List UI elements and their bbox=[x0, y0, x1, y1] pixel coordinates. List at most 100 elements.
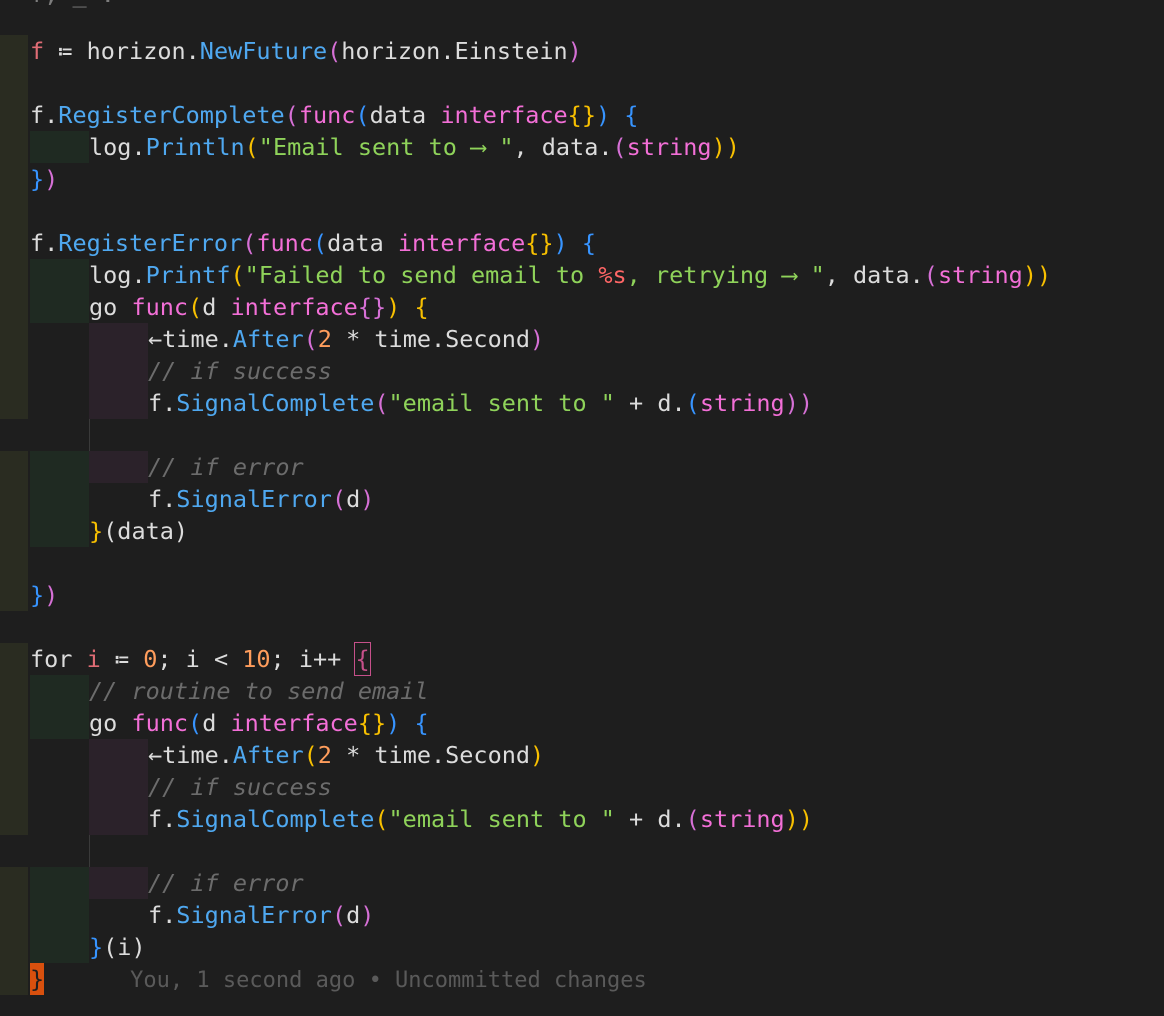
git-blame-annotation: You, 1 second ago • Uncommitted changes bbox=[130, 968, 647, 993]
code-text: f.RegisterComplete(func(data interface{}… bbox=[30, 101, 639, 129]
code-comment: // if success bbox=[148, 357, 332, 385]
indent-guide bbox=[89, 803, 148, 835]
text-cursor[interactable]: } bbox=[30, 963, 45, 995]
git-gutter-added bbox=[0, 963, 28, 995]
code-line-29[interactable]: }(i) bbox=[0, 931, 1164, 963]
code-line-7[interactable]: f.RegisterError(func(data interface{}) { bbox=[0, 227, 1164, 259]
indent-guide bbox=[89, 771, 148, 803]
git-gutter-added bbox=[0, 899, 28, 931]
code-line-30[interactable]: } You, 1 second ago • Uncommitted changes bbox=[0, 963, 1164, 995]
code-line-23[interactable]: ←time.After(2 * time.Second) bbox=[0, 739, 1164, 771]
code-text: }) bbox=[30, 165, 59, 193]
indent-guide bbox=[89, 739, 148, 771]
code-line-5[interactable]: }) bbox=[0, 163, 1164, 195]
git-gutter-added bbox=[0, 483, 28, 515]
code-comment: // if success bbox=[148, 773, 332, 801]
code-line-24[interactable]: // if success bbox=[0, 771, 1164, 803]
matched-bracket: { bbox=[354, 642, 371, 676]
git-gutter-added bbox=[0, 35, 28, 67]
git-gutter-added bbox=[0, 867, 28, 899]
indent-guide bbox=[30, 291, 89, 323]
code-line-17[interactable] bbox=[0, 547, 1164, 579]
code-line-21[interactable]: // routine to send email bbox=[0, 675, 1164, 707]
code-text: ←time.After(2 * time.Second) bbox=[148, 325, 545, 353]
code-line-6[interactable] bbox=[0, 195, 1164, 227]
git-gutter-added bbox=[0, 739, 28, 771]
code-text: log.Println("Email sent to ⟶ ", data.(st… bbox=[89, 133, 740, 161]
code-text: }(i) bbox=[89, 933, 146, 961]
code-line-9[interactable]: go func(d interface{}) { bbox=[0, 291, 1164, 323]
code-text: ←time.After(2 * time.Second) bbox=[148, 741, 545, 769]
indent-guide bbox=[89, 867, 148, 899]
indent-guide bbox=[30, 451, 89, 483]
code-line-10[interactable]: ←time.After(2 * time.Second) bbox=[0, 323, 1164, 355]
indent-guide bbox=[30, 515, 89, 547]
git-gutter-added bbox=[0, 643, 28, 675]
code-line-3[interactable]: f.RegisterComplete(func(data interface{}… bbox=[0, 99, 1164, 131]
indent-guide-line bbox=[89, 419, 90, 451]
code-line-26[interactable] bbox=[0, 835, 1164, 867]
code-text: f ≔ horizon.NewFuture(horizon.Einstein) bbox=[30, 37, 582, 65]
code-line-25[interactable]: f.SignalComplete("email sent to " + d.(s… bbox=[0, 803, 1164, 835]
git-gutter-added bbox=[0, 291, 28, 323]
code-comment: // if error bbox=[148, 453, 304, 481]
indent-guide bbox=[30, 259, 89, 291]
code-text: for i ≔ 0; i < 10; i++ { bbox=[30, 642, 371, 676]
code-line-1[interactable]: f ≔ horizon.NewFuture(horizon.Einstein) bbox=[0, 35, 1164, 67]
code-line-27[interactable]: // if error bbox=[0, 867, 1164, 899]
git-gutter-added bbox=[0, 451, 28, 483]
git-gutter-added bbox=[0, 323, 28, 355]
code-line-4[interactable]: log.Println("Email sent to ⟶ ", data.(st… bbox=[0, 131, 1164, 163]
git-gutter-added bbox=[0, 195, 28, 227]
indent-guide bbox=[30, 931, 89, 963]
code-line-15[interactable]: f.SignalError(d) bbox=[0, 483, 1164, 515]
indent-guide bbox=[30, 899, 89, 931]
code-line-12[interactable]: f.SignalComplete("email sent to " + d.(s… bbox=[0, 387, 1164, 419]
git-gutter-added bbox=[0, 259, 28, 291]
code-line-partial: f, _ := bbox=[0, 0, 1164, 10]
code-comment: // routine to send email bbox=[89, 677, 429, 705]
code-line-2[interactable] bbox=[0, 67, 1164, 99]
indent-guide bbox=[89, 387, 148, 419]
code-line-19[interactable] bbox=[0, 611, 1164, 643]
git-gutter-added bbox=[0, 515, 28, 547]
code-text: f.SignalComplete("email sent to " + d.(s… bbox=[148, 805, 813, 833]
indent-guide bbox=[30, 483, 89, 515]
indent-guide bbox=[89, 323, 148, 355]
git-gutter-added bbox=[0, 99, 28, 131]
code-text: f, _ := bbox=[30, 0, 129, 10]
git-gutter-added bbox=[0, 131, 28, 163]
code-line-14[interactable]: // if error bbox=[0, 451, 1164, 483]
git-gutter-added bbox=[0, 707, 28, 739]
indent-guide bbox=[89, 355, 148, 387]
code-line-22[interactable]: go func(d interface{}) { bbox=[0, 707, 1164, 739]
code-text: log.Printf("Failed to send email to %s, … bbox=[89, 261, 1052, 289]
code-text: f.SignalError(d) bbox=[148, 485, 375, 513]
code-text: }(data) bbox=[89, 517, 189, 545]
code-text: f.SignalError(d) bbox=[148, 901, 375, 929]
git-gutter-added bbox=[0, 355, 28, 387]
git-gutter-added bbox=[0, 67, 28, 99]
indent-guide bbox=[89, 451, 148, 483]
git-gutter-added bbox=[0, 227, 28, 259]
code-line-11[interactable]: // if success bbox=[0, 355, 1164, 387]
indent-guide bbox=[30, 675, 89, 707]
code-line-28[interactable]: f.SignalError(d) bbox=[0, 899, 1164, 931]
code-line-16[interactable]: }(data) bbox=[0, 515, 1164, 547]
code-text: go func(d interface{}) { bbox=[89, 709, 429, 737]
indent-guide-line bbox=[89, 835, 90, 867]
code-line-8[interactable]: log.Printf("Failed to send email to %s, … bbox=[0, 259, 1164, 291]
git-gutter-added bbox=[0, 163, 28, 195]
git-gutter-added bbox=[0, 803, 28, 835]
code-text: f.SignalComplete("email sent to " + d.(s… bbox=[148, 389, 813, 417]
git-gutter-added bbox=[0, 547, 28, 579]
code-text: go func(d interface{}) { bbox=[89, 293, 429, 321]
code-text: } You, 1 second ago • Uncommitted changes bbox=[30, 963, 647, 997]
code-line-18[interactable]: }) bbox=[0, 579, 1164, 611]
code-line-13[interactable] bbox=[0, 419, 1164, 451]
indent-guide bbox=[30, 707, 89, 739]
code-editor[interactable]: f, _ := f ≔ horizon.NewFuture(horizon.Ei… bbox=[0, 0, 1164, 1016]
indent-guide bbox=[30, 131, 89, 163]
git-gutter-added bbox=[0, 675, 28, 707]
code-line-20[interactable]: for i ≔ 0; i < 10; i++ { bbox=[0, 642, 1164, 676]
